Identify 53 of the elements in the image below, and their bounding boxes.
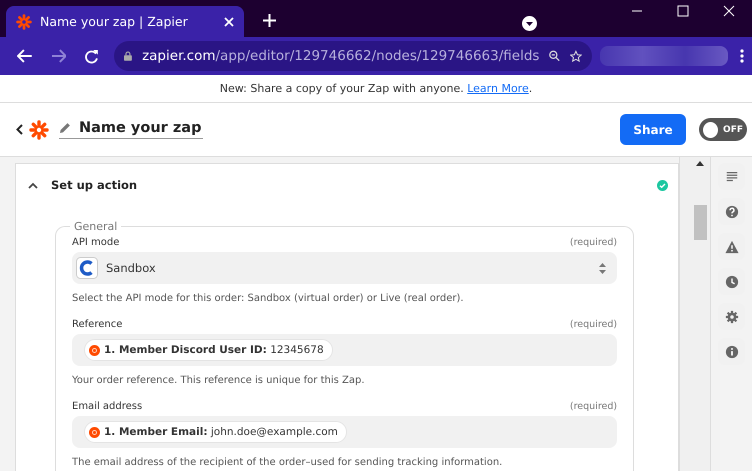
zap-toggle[interactable]: OFF bbox=[699, 118, 747, 141]
sort-arrows-icon bbox=[599, 262, 606, 274]
reload-icon[interactable] bbox=[84, 48, 100, 64]
fieldset-legend: General bbox=[70, 220, 122, 233]
share-button[interactable]: Share bbox=[620, 114, 686, 145]
field-help-text: Select the API mode for this order: Sandbox (virtual order) or Live (real order). bbox=[72, 293, 465, 304]
scrollbar-thumb[interactable] bbox=[694, 205, 708, 240]
pencil-icon bbox=[59, 122, 71, 134]
maximize-icon[interactable] bbox=[677, 5, 689, 17]
mapped-field-pill[interactable]: 1. Member Email: john.doe@example.com bbox=[84, 421, 347, 443]
required-note: (required) bbox=[570, 237, 618, 248]
new-tab-icon[interactable] bbox=[263, 14, 276, 27]
forward-icon[interactable] bbox=[50, 49, 66, 63]
close-icon[interactable] bbox=[723, 5, 735, 17]
field-label: Email address bbox=[72, 401, 142, 412]
zapier-step-icon bbox=[89, 344, 100, 356]
field-label: API mode bbox=[72, 237, 120, 248]
mapped-value-field[interactable]: 1. Member Email: john.doe@example.com bbox=[72, 416, 618, 448]
settings-icon bbox=[724, 310, 738, 324]
learn-more-link[interactable]: Learn More bbox=[467, 82, 529, 95]
mapped-value-field[interactable]: 1. Member Discord User ID: 12345678 bbox=[72, 334, 618, 366]
field-label: Reference bbox=[72, 319, 122, 330]
back-icon[interactable] bbox=[17, 49, 33, 63]
api-mode-select[interactable]: Sandbox bbox=[72, 252, 618, 284]
back-chevron-icon[interactable] bbox=[16, 124, 23, 135]
warning-icon bbox=[724, 240, 738, 254]
collapse-chevron-icon[interactable] bbox=[28, 182, 38, 188]
info-icon bbox=[724, 344, 738, 358]
section-title: Set up action bbox=[51, 178, 138, 192]
details-icon bbox=[724, 170, 738, 184]
scroll-up-icon[interactable] bbox=[696, 161, 704, 166]
scrollbar[interactable] bbox=[679, 157, 711, 471]
zapier-step-icon bbox=[89, 426, 100, 438]
app-logo-icon bbox=[76, 257, 98, 279]
zapier-logo-icon bbox=[29, 120, 49, 140]
close-icon[interactable] bbox=[224, 16, 234, 26]
browser-tab[interactable]: Name your zap | Zapier bbox=[6, 6, 244, 37]
required-note: (required) bbox=[570, 319, 618, 330]
zoom-out-icon[interactable] bbox=[549, 49, 560, 63]
field-help-text: The email address of the recipient of the order–used for sending tracking information. bbox=[72, 457, 504, 468]
zap-name-field[interactable]: Name your zap bbox=[59, 120, 204, 139]
profile-dropdown-icon[interactable] bbox=[522, 16, 537, 31]
required-note: (required) bbox=[570, 401, 618, 412]
bookmark-star-icon[interactable] bbox=[570, 48, 582, 64]
more-menu-icon[interactable] bbox=[740, 49, 744, 63]
mapped-field-pill[interactable]: 1. Member Discord User ID: 12345678 bbox=[84, 339, 333, 361]
zapier-logo-icon bbox=[16, 14, 32, 30]
clock-icon bbox=[724, 274, 738, 288]
announcement-text: New: Share a copy of your Zap with anyone. Learn More. bbox=[220, 82, 532, 95]
help-icon bbox=[724, 204, 738, 218]
lock-icon bbox=[124, 50, 132, 62]
address-bar[interactable]: zapier.com/app/editor/129746662/nodes/129746663/fields bbox=[114, 41, 592, 71]
field-help-text: Your order reference. This reference is unique for this Zap. bbox=[72, 375, 366, 386]
